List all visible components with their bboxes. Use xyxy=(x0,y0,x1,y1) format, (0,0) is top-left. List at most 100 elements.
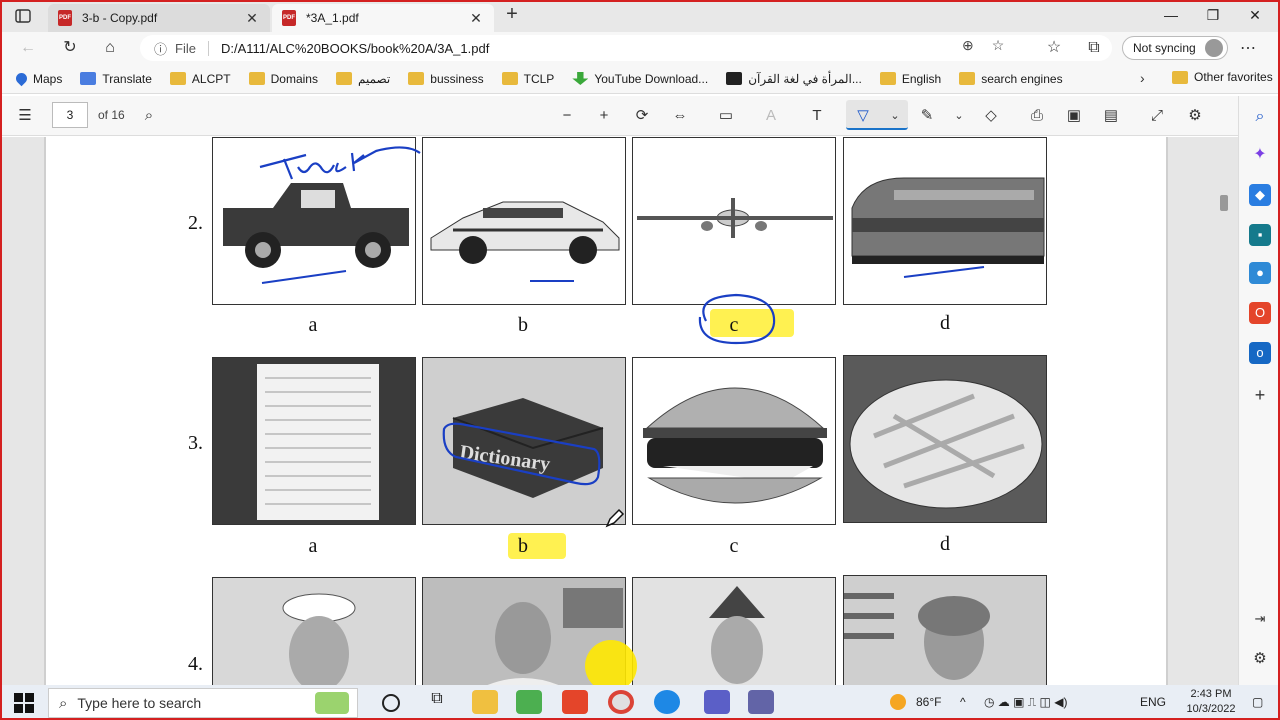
url-text: D:/A111/ALC%20BOOKS/book%20A/3A_1.pdf xyxy=(220,40,490,56)
zoom-in-icon[interactable]: + xyxy=(593,106,615,126)
tab-3a-1[interactable]: PDF *3A_1.pdf ✕ xyxy=(272,4,494,32)
app-icon[interactable] xyxy=(516,690,542,714)
save-icon[interactable]: ▣ xyxy=(1063,106,1085,126)
fav-arabic-site[interactable]: المرأة في لغة القرآن... xyxy=(726,72,862,86)
page-view-icon[interactable]: ▭ xyxy=(715,106,737,126)
zoom-out-icon[interactable]: − xyxy=(556,106,578,126)
file-explorer-icon[interactable] xyxy=(472,690,498,714)
tab-3b-copy[interactable]: PDF 3-b - Copy.pdf ✕ xyxy=(48,4,270,32)
read-aloud-icon[interactable]: A xyxy=(760,106,782,126)
fav-alcpt[interactable]: ALCPT xyxy=(169,72,231,86)
teams-icon[interactable] xyxy=(704,690,730,714)
page-number-input[interactable]: 3 xyxy=(52,102,88,128)
vertical-scrollbar[interactable] xyxy=(1216,137,1236,685)
cortana-icon[interactable] xyxy=(382,694,400,712)
windows-start-icon[interactable] xyxy=(14,693,34,713)
contents-icon[interactable]: ☰ xyxy=(14,106,36,126)
other-favorites[interactable]: Other favorites xyxy=(1172,70,1273,84)
games-icon[interactable]: ● xyxy=(1249,262,1271,284)
add-text-icon[interactable]: T xyxy=(806,106,828,126)
temperature[interactable]: 86°F xyxy=(916,695,941,709)
notifications-icon[interactable]: ▢ xyxy=(1252,695,1263,709)
settings-gear-icon[interactable]: ⚙ xyxy=(1184,106,1206,126)
back-button[interactable]: ← xyxy=(16,37,40,59)
pdf-document-area[interactable]: 2. a b c d 3. Dictionary a b c d 4. xyxy=(0,137,1238,685)
rotate-icon[interactable]: ⟳ xyxy=(631,106,653,126)
address-bar: ← ↻ ⌂ ⓘ File D:/A111/ALC%20BOOKS/book%20… xyxy=(0,32,1280,64)
save-as-icon[interactable]: ▤ xyxy=(1100,106,1122,126)
sidebar-settings-icon[interactable]: ⚙ xyxy=(1249,648,1271,670)
fav-domains[interactable]: Domains xyxy=(248,72,318,86)
print-icon[interactable]: ⎙ xyxy=(1026,106,1048,126)
office-icon[interactable] xyxy=(562,690,588,714)
draw-icon[interactable]: ▽ xyxy=(852,106,874,126)
fav-tclp[interactable]: TCLP xyxy=(501,71,555,86)
fav-maps[interactable]: Maps xyxy=(13,70,62,87)
choice-label: b xyxy=(518,314,528,336)
picture-locomotive xyxy=(843,137,1047,305)
profile-sync-button[interactable]: Not syncing xyxy=(1122,36,1228,60)
site-icon xyxy=(726,72,743,85)
office-icon[interactable]: O xyxy=(1249,302,1271,324)
refresh-button[interactable]: ↻ xyxy=(58,37,82,59)
fullscreen-icon[interactable]: ⤢ xyxy=(1146,106,1168,126)
chrome-icon[interactable] xyxy=(608,690,634,714)
fav-bussiness[interactable]: bussiness xyxy=(408,72,484,86)
find-icon[interactable]: ⌕ xyxy=(138,106,160,126)
home-button[interactable]: ⌂ xyxy=(98,37,122,59)
weather-sun-icon[interactable] xyxy=(890,694,906,710)
fav-label: TCLP xyxy=(523,71,555,86)
discover-icon[interactable]: ✦ xyxy=(1249,144,1271,166)
teams-work-icon[interactable] xyxy=(748,690,774,714)
tray-icons[interactable]: ◷ ☁ ▣ ⎍ ◫ ◀) xyxy=(984,695,1067,710)
new-tab-button[interactable]: + xyxy=(502,4,522,25)
language-indicator[interactable]: ENG xyxy=(1140,695,1166,709)
minimize-button[interactable]: — xyxy=(1156,4,1186,26)
close-tab-button[interactable]: ✕ xyxy=(468,10,484,27)
fav-design[interactable]: تصميم xyxy=(335,72,390,86)
avatar-icon xyxy=(1205,39,1223,57)
chevron-up-icon[interactable]: ^ xyxy=(960,695,966,709)
scrollbar-thumb[interactable] xyxy=(1220,195,1228,211)
fav-search-engines[interactable]: search engines xyxy=(959,72,1063,86)
weather-widget-icon[interactable] xyxy=(315,692,349,714)
fav-translate[interactable]: Translate xyxy=(80,72,152,86)
close-tab-button[interactable]: ✕ xyxy=(244,10,260,27)
favorites-icon[interactable]: ☆ xyxy=(1042,37,1066,59)
add-sidebar-app-icon[interactable]: + xyxy=(1249,384,1271,406)
edge-icon[interactable] xyxy=(654,690,680,714)
search-icon[interactable]: ⌕ xyxy=(1249,106,1271,128)
clock[interactable]: 2:43 PM 10/3/2022 xyxy=(1176,687,1246,717)
hide-sidebar-icon[interactable]: ⇥ xyxy=(1249,608,1271,630)
close-window-button[interactable]: ✕ xyxy=(1240,4,1270,26)
chevron-right-icon[interactable]: › xyxy=(1140,70,1145,86)
task-view-icon[interactable]: ⧉ xyxy=(424,690,450,714)
more-menu-icon[interactable]: ⋯ xyxy=(1240,38,1256,58)
add-favorite-icon[interactable]: ☆ xyxy=(992,37,1005,54)
zoom-icon[interactable]: ⊕ xyxy=(962,37,974,54)
taskbar-search-input[interactable]: ⌕ Type here to search xyxy=(48,688,358,718)
fav-youtube-download[interactable]: YouTube Download... xyxy=(572,72,708,86)
folder-icon xyxy=(248,72,265,85)
restore-button[interactable]: ❐ xyxy=(1198,4,1228,26)
edge-sidebar: ⌕ ✦ ◆ ▪ ● O o + ⇥ ⚙ xyxy=(1238,96,1280,686)
fit-width-icon[interactable]: ⇔ xyxy=(669,106,691,126)
chevron-down-icon[interactable]: ⌄ xyxy=(884,106,906,126)
clock-time: 2:43 PM xyxy=(1190,688,1232,700)
tools-icon[interactable]: ▪ xyxy=(1249,224,1271,246)
fav-label: المرأة في لغة القرآن... xyxy=(748,71,862,86)
tab-actions-button[interactable] xyxy=(12,6,34,26)
picture-fries xyxy=(843,355,1047,523)
chevron-down-icon[interactable]: ⌄ xyxy=(948,106,970,126)
fav-english[interactable]: English xyxy=(879,72,941,86)
folder-icon xyxy=(408,72,425,85)
eraser-icon[interactable]: ◇ xyxy=(980,106,1002,126)
info-icon[interactable]: ⓘ xyxy=(154,39,167,58)
page-total: of 16 xyxy=(98,108,125,122)
outlook-icon[interactable]: o xyxy=(1249,342,1271,364)
collections-icon[interactable]: ⧉ xyxy=(1082,37,1106,59)
taskbar: ⌕ Type here to search ⧉ 86°F ^ ◷ ☁ ▣ ⎍ ◫… xyxy=(0,685,1280,720)
highlight-icon[interactable]: ✎ xyxy=(916,106,938,126)
tab-title: *3A_1.pdf xyxy=(306,11,359,25)
shopping-icon[interactable]: ◆ xyxy=(1249,184,1271,206)
